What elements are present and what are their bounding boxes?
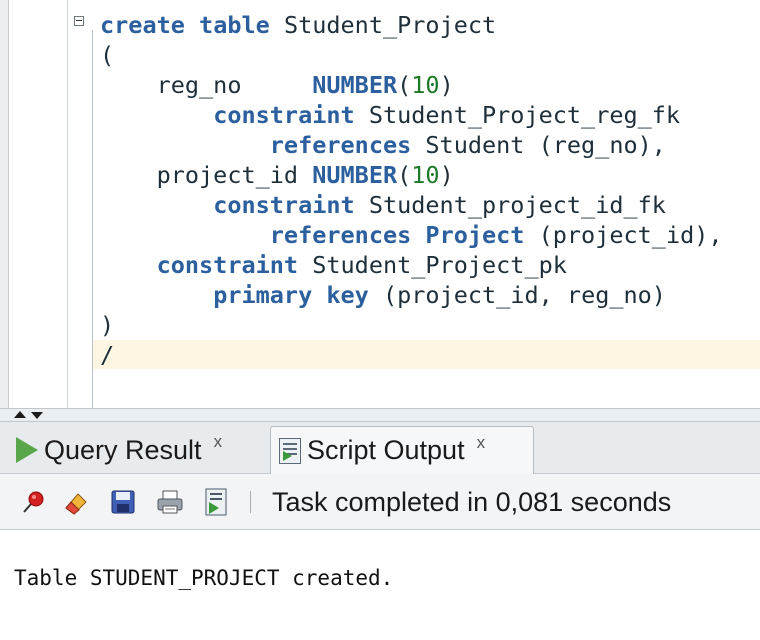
code-line: project_id NUMBER(10) <box>100 160 723 190</box>
sql-text: Student_Project <box>269 11 497 39</box>
sql-keyword: table <box>199 11 270 39</box>
panel-splitter[interactable] <box>0 408 760 422</box>
code-line: constraint Student_Project_pk <box>100 250 723 280</box>
results-tab-bar: Query Result x Script Output x <box>0 422 760 474</box>
sql-keyword: constraint <box>156 251 299 279</box>
code-line: ( <box>100 40 723 70</box>
query-result-play-icon <box>16 437 38 463</box>
sql-text: / <box>100 341 115 369</box>
code-line: / <box>100 340 723 370</box>
sql-text: ( <box>100 41 115 69</box>
sql-text: Student_Project_pk <box>298 251 567 279</box>
code-line: ) <box>100 310 723 340</box>
code-line: constraint Student_Project_reg_fk <box>100 100 723 130</box>
restore-down-arrow-icon[interactable] <box>31 412 43 419</box>
code-line: reg_no NUMBER(10) <box>100 70 723 100</box>
script-output-panel[interactable]: Table STUDENT_PROJECT created. <box>0 530 760 640</box>
sql-keyword: references <box>269 131 412 159</box>
sql-keyword: NUMBER <box>312 71 398 99</box>
sql-text: ( <box>397 71 412 99</box>
eraser-icon[interactable] <box>61 487 91 517</box>
pin-icon[interactable] <box>18 487 48 517</box>
code-line: primary key (project_id, reg_no) <box>100 280 723 310</box>
sql-text: Student_Project_reg_fk <box>354 101 681 129</box>
code-line: constraint Student_project_id_fk <box>100 190 723 220</box>
sql-text: ( <box>397 161 412 189</box>
sql-keyword: create <box>100 11 185 39</box>
code-line: references Project (project_id), <box>100 220 723 250</box>
script-run-icon[interactable] <box>201 487 231 517</box>
sql-text: (project_id, reg_no) <box>368 281 666 309</box>
sql-keyword: constraint <box>213 191 355 219</box>
sql-keyword: primary <box>213 281 313 309</box>
tab-query-result-label: Query Result <box>44 434 202 465</box>
sql-text: Student_project_id_fk <box>354 191 666 219</box>
tab-script-output-close-icon[interactable]: x <box>477 433 486 453</box>
code-line: create table Student_Project <box>100 10 723 40</box>
sql-number: 10 <box>411 161 440 189</box>
save-icon[interactable] <box>108 487 138 517</box>
tab-script-output-label: Script Output <box>307 435 465 465</box>
sql-text: project_id <box>100 161 313 189</box>
line-number-gutter <box>67 0 68 408</box>
maximize-up-arrow-icon[interactable] <box>14 411 26 418</box>
sql-editor[interactable]: create table Student_Project( reg_no NUM… <box>0 0 760 408</box>
sql-keyword: constraint <box>213 101 355 129</box>
sql-text: ) <box>439 71 454 99</box>
editor-left-margin <box>0 0 9 408</box>
print-icon[interactable] <box>155 487 185 517</box>
sql-text: reg_no <box>100 71 313 99</box>
code-line: references Student (reg_no), <box>100 130 723 160</box>
tab-query-result-close-icon[interactable]: x <box>214 432 223 452</box>
sql-text: ) <box>100 311 115 339</box>
sql-text: ) <box>439 161 454 189</box>
sql-text: (project_id), <box>524 221 723 249</box>
fold-collapse-icon[interactable] <box>74 16 84 26</box>
sql-number: 10 <box>411 71 440 99</box>
output-toolbar: Task completed in 0,081 seconds <box>0 474 760 530</box>
sql-keyword: NUMBER <box>312 161 398 189</box>
sql-keyword: references <box>269 221 412 249</box>
tab-script-output[interactable]: Script Output x <box>270 426 534 474</box>
output-message: Table STUDENT_PROJECT created. <box>14 566 394 590</box>
tab-query-result[interactable]: Query Result x <box>8 426 264 474</box>
task-status-text: Task completed in 0,081 seconds <box>272 487 672 517</box>
sql-keyword: key <box>326 281 369 309</box>
sql-keyword: Project <box>425 221 525 249</box>
code-text[interactable]: create table Student_Project( reg_no NUM… <box>100 10 723 370</box>
script-output-icon <box>279 437 301 464</box>
sql-text: Student (reg_no), <box>411 131 666 159</box>
toolbar-separator <box>250 491 251 513</box>
